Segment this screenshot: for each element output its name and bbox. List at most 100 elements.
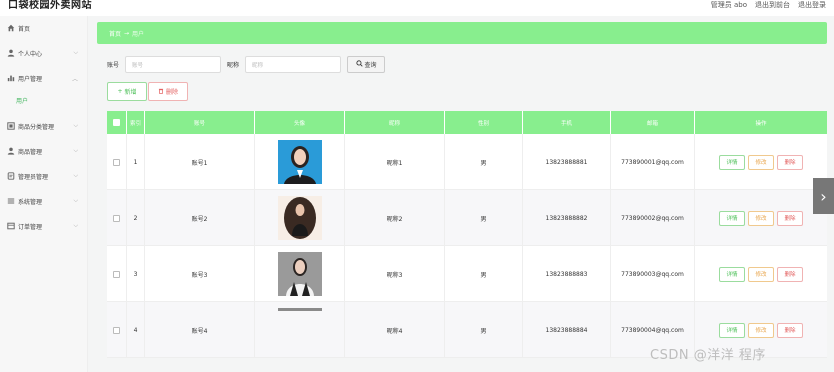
table-icon <box>7 222 15 230</box>
table-row: 3 账号3 昵称3 男 13823888883 773890003@qq.com… <box>107 246 827 302</box>
edit-button[interactable]: 修改 <box>748 210 774 226</box>
nickname-label: 昵称 <box>227 62 240 69</box>
sidebar-item-orders[interactable]: 订单管理 ⌵ <box>0 214 88 238</box>
doc-icon <box>7 172 15 180</box>
cell-phone: 13823888882 <box>523 190 611 246</box>
cell-index: 3 <box>127 246 145 302</box>
row-select-cell <box>107 134 127 190</box>
trash-icon <box>158 88 164 96</box>
batch-delete-button[interactable]: 删除 <box>148 82 188 101</box>
detail-button[interactable]: 详情 <box>719 210 745 226</box>
admin-label: 管理员 abo <box>710 1 747 9</box>
cell-gender: 男 <box>445 134 523 190</box>
sidebar-item-label: 商品管理 <box>18 148 43 156</box>
col-email[interactable]: 邮箱 <box>611 111 695 134</box>
home-icon <box>7 24 15 32</box>
table-row: 1 账号1 昵称1 男 13823888881 773890001@qq.com… <box>107 134 827 190</box>
cell-email: 773890003@qq.com <box>611 246 695 302</box>
logout-link[interactable]: 退出登录 <box>798 0 826 10</box>
sidebar-item-personal[interactable]: 个人中心 ⌵ <box>0 41 88 65</box>
delete-button[interactable]: 删除 <box>777 266 803 282</box>
delete-button[interactable]: 删除 <box>777 154 803 170</box>
row-checkbox[interactable] <box>113 214 120 222</box>
plus-icon: + <box>117 88 123 95</box>
nickname-search-input[interactable]: 昵称 <box>245 56 342 73</box>
chevron-down-icon: ⌵ <box>73 222 78 229</box>
cell-index: 2 <box>127 190 145 246</box>
delete-button[interactable]: 删除 <box>777 322 803 338</box>
col-index[interactable]: 索引 <box>127 111 145 134</box>
select-all-checkbox[interactable] <box>113 119 120 126</box>
detail-button[interactable]: 详情 <box>719 266 745 282</box>
watermark: CSDN @洋洋 程序 <box>650 348 766 363</box>
menu-icon <box>7 197 15 205</box>
sidebar-item-home[interactable]: 首页 <box>0 16 88 40</box>
col-avatar[interactable]: 头像 <box>255 111 345 134</box>
cell-actions: 详情 修改 删除 <box>695 134 827 190</box>
sidebar-subitem-users[interactable]: 用户 <box>16 96 28 105</box>
exit-to-front-link[interactable]: 退出到前台 <box>755 0 790 10</box>
sidebar-item-users[interactable]: 用户管理 ︿ <box>0 66 88 90</box>
avatar-image <box>277 196 322 240</box>
cell-gender: 男 <box>445 190 523 246</box>
cell-email: 773890001@qq.com <box>611 134 695 190</box>
user-table: 索引 账号 头像 昵称 性别 手机 邮箱 操作 1 账号1 昵称1 男 1382… <box>107 111 827 358</box>
cell-account: 账号3 <box>145 246 255 302</box>
chevron-down-icon: ⌵ <box>73 147 78 154</box>
sidebar: 首页 个人中心 ⌵ 用户管理 ︿ 用户 商品分类管理 ⌵ 商品管理 ⌵ 管理员管… <box>0 16 88 372</box>
detail-button[interactable]: 详情 <box>719 154 745 170</box>
cell-gender: 男 <box>445 302 523 358</box>
col-gender[interactable]: 性别 <box>445 111 523 134</box>
cell-avatar <box>255 302 345 358</box>
search-button[interactable]: 查询 <box>347 56 386 73</box>
cell-account: 账号2 <box>145 190 255 246</box>
col-account[interactable]: 账号 <box>145 111 255 134</box>
row-select-cell <box>107 190 127 246</box>
chevron-down-icon: ⌵ <box>73 122 78 129</box>
delete-button-label: 删除 <box>165 89 178 96</box>
chevron-down-icon: ⌵ <box>73 49 78 56</box>
row-checkbox[interactable] <box>113 326 120 334</box>
avatar-image <box>277 252 322 296</box>
cell-phone: 13823888881 <box>523 134 611 190</box>
row-checkbox[interactable] <box>113 270 120 278</box>
sidebar-item-admins[interactable]: 管理员管理 ⌵ <box>0 164 88 188</box>
row-select-cell <box>107 302 127 358</box>
sidebar-item-label: 管理员管理 <box>18 173 49 181</box>
sidebar-item-label: 个人中心 <box>18 50 43 58</box>
col-nickname[interactable]: 昵称 <box>345 111 445 134</box>
row-checkbox[interactable] <box>113 158 120 166</box>
site-title: 口袋校园外卖网站 <box>8 0 92 11</box>
cell-nickname: 昵称2 <box>345 190 445 246</box>
chart-icon <box>7 74 15 82</box>
sidebar-item-label: 商品分类管理 <box>18 123 55 131</box>
cell-index: 1 <box>127 134 145 190</box>
sidebar-item-system[interactable]: 系统管理 ⌵ <box>0 189 88 213</box>
col-phone[interactable]: 手机 <box>523 111 611 134</box>
delete-button[interactable]: 删除 <box>777 210 803 226</box>
top-header: 口袋校园外卖网站 管理员 abo 退出到前台 退出登录 <box>0 0 834 16</box>
cell-index: 4 <box>127 302 145 358</box>
sidebar-item-categories[interactable]: 商品分类管理 ⌵ <box>0 114 88 138</box>
next-page-arrow[interactable]: › <box>813 178 834 214</box>
row-select-cell <box>107 246 127 302</box>
table-row: 2 账号2 昵称2 男 13823888882 773890002@qq.com… <box>107 190 827 246</box>
add-button[interactable]: + 新增 <box>107 82 147 101</box>
chevron-up-icon: ︿ <box>71 76 78 83</box>
sidebar-item-products[interactable]: 商品管理 ⌵ <box>0 139 88 163</box>
cell-phone: 13823888883 <box>523 246 611 302</box>
edit-button[interactable]: 修改 <box>748 154 774 170</box>
cell-account: 账号4 <box>145 302 255 358</box>
cell-avatar <box>255 190 345 246</box>
table-header: 索引 账号 头像 昵称 性别 手机 邮箱 操作 <box>107 111 827 134</box>
breadcrumb-home[interactable]: 首页 <box>109 29 121 38</box>
cell-nickname: 昵称3 <box>345 246 445 302</box>
account-search-input[interactable]: 账号 <box>125 56 222 73</box>
cell-email: 773890002@qq.com <box>611 190 695 246</box>
cell-account: 账号1 <box>145 134 255 190</box>
edit-button[interactable]: 修改 <box>748 266 774 282</box>
detail-button[interactable]: 详情 <box>719 322 745 338</box>
edit-button[interactable]: 修改 <box>748 322 774 338</box>
chevron-down-icon: ⌵ <box>73 197 78 204</box>
select-all-cell <box>107 111 127 134</box>
